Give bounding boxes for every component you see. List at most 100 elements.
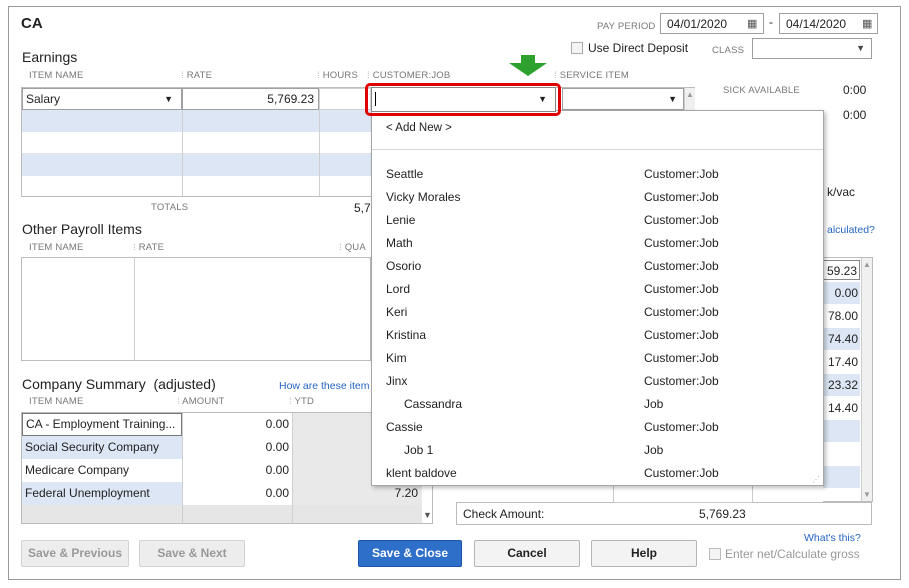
option-name: Lord	[386, 282, 411, 296]
earnings-row[interactable]	[22, 132, 382, 154]
customer-job-option[interactable]: Kristina Customer:Job	[372, 324, 822, 347]
green-arrow-icon	[509, 55, 547, 76]
customer-job-option[interactable]: Osorio Customer:Job	[372, 255, 822, 278]
other-payroll-grid[interactable]	[21, 257, 371, 361]
earnings-item-select[interactable]: Salary ▼	[22, 88, 182, 110]
pay-period-label: PAY PERIOD	[597, 21, 656, 32]
option-name: Cassie	[386, 420, 423, 434]
whats-this-link[interactable]: What's this?	[804, 532, 861, 544]
scroll-up-icon[interactable]: ▲	[863, 260, 871, 269]
option-type: Job	[644, 397, 664, 411]
grid-divider	[182, 110, 183, 196]
summary-row	[823, 420, 860, 442]
option-name: Cassandra	[404, 397, 463, 411]
chevron-down-icon: ▼	[856, 43, 865, 53]
calendar-icon[interactable]: ▦	[747, 17, 757, 30]
class-select[interactable]: ▼	[752, 38, 872, 59]
earnings-row[interactable]	[22, 110, 382, 132]
grid-divider	[292, 413, 293, 523]
option-type: Customer:Job	[644, 351, 719, 365]
chevron-down-icon: ▼	[668, 94, 677, 104]
net-gross-checkbox[interactable]	[709, 548, 721, 560]
customer-job-option[interactable]: Math Customer:Job	[372, 232, 822, 255]
customer-job-option[interactable]: Vicky Morales Customer:Job	[372, 186, 822, 209]
earnings-rate-field[interactable]: 5,769.23	[182, 88, 319, 110]
option-type: Customer:Job	[644, 466, 719, 480]
save-close-button[interactable]: Save & Close	[358, 540, 462, 567]
class-label: CLASS	[712, 45, 745, 56]
vac-available-value: 0:00	[843, 108, 867, 122]
summary-value: 74.40	[823, 328, 860, 350]
company-amount[interactable]: 0.00	[182, 482, 292, 505]
option-type: Customer:Job	[644, 420, 719, 434]
option-name: Seattle	[386, 167, 424, 181]
save-next-button[interactable]: Save & Next	[139, 540, 245, 567]
customer-job-option[interactable]: Job 1 Job	[372, 439, 822, 462]
divider	[372, 149, 823, 150]
resize-grip-icon[interactable]: ⋰	[812, 475, 820, 484]
summary-value: 78.00	[827, 309, 858, 323]
chevron-down-icon: ▼	[164, 94, 173, 104]
summary-scrollbar[interactable]: ▲ ▼	[861, 258, 872, 501]
customer-job-option[interactable]: Kim Customer:Job	[372, 347, 822, 370]
service-item-select[interactable]: ▼	[562, 88, 684, 110]
col-quantity: ⁞ QUA	[339, 242, 366, 253]
totals-label: TOTALS	[151, 202, 189, 213]
summary-value[interactable]: 59.23	[823, 260, 860, 280]
company-item[interactable]: Social Security Company	[22, 436, 182, 459]
scroll-down-icon[interactable]: ▼	[423, 510, 432, 520]
customer-job-option[interactable]: klent baldove Customer:Job	[372, 462, 822, 485]
option-type: Customer:Job	[644, 213, 719, 227]
direct-deposit-label: Use Direct Deposit	[588, 41, 689, 55]
sick-available-label: SICK AVAILABLE	[723, 85, 800, 96]
earnings-hours-field[interactable]	[319, 88, 371, 110]
col-item-name: ITEM NAME	[29, 396, 84, 407]
summary-value: 0.00	[823, 282, 860, 304]
col-hours: ⁞ HOURS	[317, 70, 358, 81]
save-previous-button[interactable]: Save & Previous	[21, 540, 129, 567]
sick-available-value: 0:00	[843, 83, 867, 97]
option-name: Kristina	[386, 328, 427, 342]
company-summary-title: Company Summary (adjusted)	[22, 376, 216, 392]
dropdown-list: Seattle Customer:Job Vicky Morales Customer…	[372, 163, 823, 485]
customer-job-option[interactable]: Keri Customer:Job	[372, 301, 822, 324]
option-type: Customer:Job	[644, 374, 719, 388]
sick-vac-link[interactable]: k/vac	[827, 185, 855, 199]
option-type: Customer:Job	[644, 236, 719, 250]
scroll-up-icon[interactable]: ▲	[686, 90, 694, 99]
company-item[interactable]: CA - Employment Training...	[22, 413, 182, 436]
company-amount[interactable]: 0.00	[182, 436, 292, 459]
option-name: Vicky Morales	[386, 190, 461, 204]
paycheck-window: CA PAY PERIOD 04/01/2020 ▦ - 04/14/2020 …	[8, 6, 901, 580]
customer-job-option[interactable]: Lenie Customer:Job	[372, 209, 822, 232]
customer-job-option[interactable]: Lord Customer:Job	[372, 278, 822, 301]
other-payroll-title: Other Payroll Items	[22, 221, 142, 237]
direct-deposit-checkbox[interactable]	[571, 42, 583, 54]
employee-title: CA	[21, 15, 43, 32]
date-dash: -	[769, 15, 773, 29]
col-item-name: ITEM NAME	[29, 242, 84, 253]
customer-job-option[interactable]: Jinx Customer:Job	[372, 370, 822, 393]
earnings-row[interactable]	[22, 154, 382, 176]
customer-job-option[interactable]: Cassie Customer:Job	[372, 416, 822, 439]
option-name: klent baldove	[386, 466, 457, 480]
net-gross-label: Enter net/Calculate gross	[725, 547, 860, 561]
calendar-icon[interactable]: ▦	[862, 17, 872, 30]
customer-job-option[interactable]: Seattle Customer:Job	[372, 163, 822, 186]
pay-period-to[interactable]: 04/14/2020 ▦	[779, 13, 878, 34]
option-name: Job 1	[404, 443, 434, 457]
cancel-button[interactable]: Cancel	[474, 540, 580, 567]
scroll-down-icon[interactable]: ▼	[863, 490, 871, 499]
help-button[interactable]: Help	[591, 540, 697, 567]
option-type: Customer:Job	[644, 190, 719, 204]
customer-job-option[interactable]: Cassandra Job	[372, 393, 822, 416]
add-new-item[interactable]: < Add New >	[386, 122, 452, 134]
company-amount[interactable]: 0.00	[182, 459, 292, 482]
calculated-link[interactable]: alculated?	[827, 224, 875, 236]
pay-period-from[interactable]: 04/01/2020 ▦	[660, 13, 764, 34]
company-item[interactable]: Federal Unemployment	[22, 482, 182, 505]
col-rate: ⁞ RATE	[181, 70, 213, 81]
how-are-these-link[interactable]: How are these item	[279, 380, 369, 392]
company-amount[interactable]: 0.00	[182, 413, 292, 436]
company-item[interactable]: Medicare Company	[22, 459, 182, 482]
